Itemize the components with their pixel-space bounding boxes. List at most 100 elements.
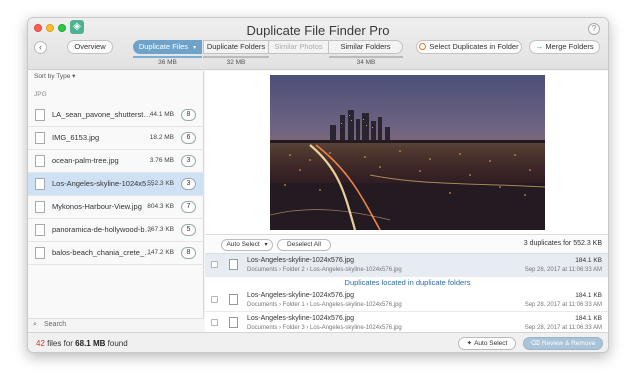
file-name: Los-Angeles-skyline-1024x576.jpg <box>52 179 154 188</box>
row-file-date: Sep 28, 2017 at 11:06:33 AM <box>524 325 602 331</box>
row-checkbox[interactable] <box>211 319 218 326</box>
files-for-label: files for <box>47 339 73 348</box>
duplicate-folders-size: 32 MB <box>226 59 246 66</box>
back-button[interactable]: ‹ <box>34 41 47 54</box>
row-file-date: Sep 28, 2017 at 11:06:33 AM <box>524 302 602 308</box>
search-field[interactable]: ⌕ Search <box>28 318 204 332</box>
review-remove-button[interactable]: ⌫ Review & Remove <box>523 337 603 350</box>
title-bar: ◈ Duplicate File Finder Pro ? ‹ Overview… <box>28 18 608 70</box>
chevron-down-icon: ▾ <box>193 45 197 51</box>
file-list-sidebar: Sort by Type ▾ JPG LA_sean_pavone_shutte… <box>28 71 204 332</box>
duplicate-files-size-bar <box>133 56 202 58</box>
file-list-item[interactable]: LA_sean_pavone_shutterstock.jpg 44.1 MB … <box>28 104 204 127</box>
row-checkbox[interactable] <box>211 296 218 303</box>
jpg-file-icon <box>229 294 238 305</box>
select-duplicates-label: Select Duplicates in Folder <box>429 42 519 51</box>
duplicate-count-badge: 5 <box>181 224 196 236</box>
duplicate-count-badge: 8 <box>181 109 196 121</box>
auto-select-dropdown[interactable]: Auto Select ▾ <box>221 239 273 251</box>
auto-select-footer-button[interactable]: ✦ Auto Select <box>458 337 516 350</box>
target-icon <box>419 42 427 50</box>
deselect-all-button[interactable]: Deselect All <box>277 239 331 251</box>
image-preview <box>270 75 545 230</box>
duplicate-file-row[interactable]: Los-Angeles-skyline-1024x576.jpg Documen… <box>205 289 608 312</box>
file-size: 147.2 KB <box>147 249 174 256</box>
found-label: found <box>107 339 128 348</box>
row-file-size: 184.1 KB <box>575 292 602 299</box>
row-file-name: Los-Angeles-skyline-1024x576.jpg <box>247 257 355 264</box>
tab-similar-folders[interactable]: Similar Folders <box>329 40 403 54</box>
file-list-item-selected[interactable]: Los-Angeles-skyline-1024x576.jpg 552.3 K… <box>28 173 204 196</box>
merge-arrow-icon: → <box>535 42 544 51</box>
file-size: 18.2 MB <box>149 134 174 141</box>
similar-folders-size: 34 MB <box>356 59 376 66</box>
duplicate-files-size: 36 MB <box>158 59 177 66</box>
file-size: 44.1 MB <box>149 111 174 118</box>
review-remove-label: Review & Remove <box>541 340 596 347</box>
row-checkbox[interactable] <box>211 261 218 268</box>
similar-folders-size-bar <box>329 56 403 58</box>
file-size: 804.3 KB <box>147 203 174 210</box>
duplicate-count-badge: 7 <box>181 201 196 213</box>
jpg-file-icon <box>35 224 45 236</box>
file-name: panoramica-de-hollywood-boulevard.jpg <box>52 225 154 234</box>
file-size: 3.76 MB <box>149 157 174 164</box>
duplicate-count-badge: 3 <box>181 155 196 167</box>
tab-duplicate-folders[interactable]: Duplicate Folders <box>203 40 269 54</box>
search-placeholder: Search <box>44 321 67 328</box>
row-file-path: Documents › Folder 1 › Los-Angeles-skyli… <box>247 302 402 308</box>
duplicates-toolbar: Auto Select ▾ Deselect All 3 duplicates … <box>205 234 608 254</box>
chevron-down-icon: ▾ <box>264 242 268 248</box>
duplicates-summary: 3 duplicates for 552.3 KB <box>523 240 602 247</box>
auto-select-label: Auto Select <box>226 241 260 248</box>
select-duplicates-in-folder-button[interactable]: Select Duplicates in Folder <box>416 40 522 54</box>
tab-similar-photos[interactable]: Similar Photos <box>269 40 329 54</box>
sort-by-dropdown[interactable]: Sort by Type ▾ <box>34 72 75 80</box>
row-file-size: 184.1 KB <box>575 257 602 264</box>
file-list-item[interactable]: ocean-palm-tree.jpg 3.76 MB 3 <box>28 150 204 173</box>
status-bar: 42 files for 68.1 MB found ✦ Auto Select … <box>28 332 608 352</box>
jpg-file-icon <box>35 109 45 121</box>
jpg-file-icon <box>35 132 45 144</box>
tab-duplicate-files[interactable]: Duplicate Files ▾ <box>133 40 202 54</box>
row-file-name: Los-Angeles-skyline-1024x576.jpg <box>247 292 355 299</box>
file-size: 552.3 KB <box>147 180 174 187</box>
file-list-item[interactable]: IMG_6153.jpg 18.2 MB 6 <box>28 127 204 150</box>
file-name: Mykonos-Harbour-View.jpg <box>52 202 142 211</box>
tab-duplicate-files-label: Duplicate Files <box>138 42 189 51</box>
duplicate-count-badge: 6 <box>181 132 196 144</box>
jpg-file-icon <box>35 178 45 190</box>
city-skyline-photo <box>270 75 545 230</box>
overview-button[interactable]: Overview <box>67 40 113 54</box>
wand-icon: ✦ <box>466 340 473 347</box>
row-file-size: 184.1 KB <box>575 315 602 322</box>
file-list-item[interactable]: Mykonos-Harbour-View.jpg 804.3 KB 7 <box>28 196 204 219</box>
file-list-item[interactable]: panoramica-de-hollywood-boulevard.jpg 36… <box>28 219 204 242</box>
duplicate-folders-section-title: Duplicates located in duplicate folders <box>344 278 471 287</box>
file-type-group-label: JPG <box>34 91 47 98</box>
file-name: ocean-palm-tree.jpg <box>52 156 119 165</box>
file-list-item[interactable]: balos-beach_chania_crete_greece.jpg 147.… <box>28 242 204 265</box>
file-name: balos-beach_chania_crete_greece.jpg <box>52 248 154 257</box>
jpg-file-icon <box>229 317 238 328</box>
row-file-name: Los-Angeles-skyline-1024x576.jpg <box>247 315 355 322</box>
row-file-path: Documents › Folder 2 › Los-Angeles-skyli… <box>247 267 402 273</box>
duplicate-folders-size-bar <box>203 56 269 58</box>
search-icon: ⌕ <box>33 321 37 328</box>
row-file-date: Sep 28, 2017 at 11:06:33 AM <box>524 267 602 273</box>
app-window: ◈ Duplicate File Finder Pro ? ‹ Overview… <box>27 17 609 353</box>
total-size: 68.1 MB <box>75 339 106 348</box>
jpg-file-icon <box>229 259 238 270</box>
help-icon[interactable]: ? <box>588 23 600 35</box>
files-count: 42 <box>36 339 45 348</box>
file-name: IMG_6153.jpg <box>52 133 100 142</box>
trash-icon: ⌫ <box>530 340 540 347</box>
duplicate-count-badge: 3 <box>181 178 196 190</box>
window-title: Duplicate File Finder Pro <box>246 23 390 38</box>
file-name: LA_sean_pavone_shutterstock.jpg <box>52 110 154 119</box>
merge-folders-button[interactable]: → Merge Folders <box>529 40 600 54</box>
jpg-file-icon <box>35 247 45 259</box>
original-file-row[interactable]: Los-Angeles-skyline-1024x576.jpg Documen… <box>205 254 608 277</box>
jpg-file-icon <box>35 201 45 213</box>
jpg-file-icon <box>35 155 45 167</box>
